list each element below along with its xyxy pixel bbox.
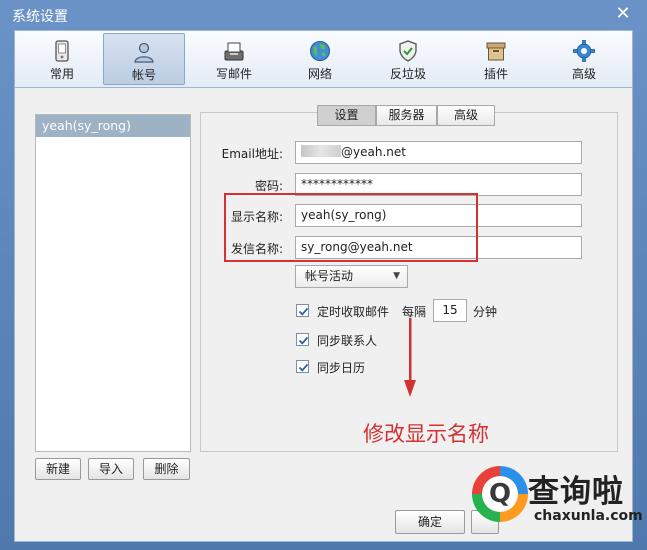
settings-toolbar: 常用 帐号 写邮件 网络 反垃圾 插件 高级 bbox=[14, 30, 633, 88]
sync-calendar-checkbox[interactable] bbox=[296, 360, 309, 373]
auto-fetch-checkbox[interactable] bbox=[296, 304, 309, 317]
toolbar-item-advanced[interactable]: 高级 bbox=[543, 33, 625, 85]
sync-contacts-checkbox[interactable] bbox=[296, 333, 309, 346]
shield-icon bbox=[399, 40, 417, 62]
check-icon bbox=[298, 307, 309, 316]
toolbar-item-general[interactable]: 常用 bbox=[21, 33, 103, 85]
settings-window: 系统设置 ✕ 常用 帐号 写邮件 网络 反垃圾 插件 高级 yeah(sy_ro… bbox=[0, 0, 647, 550]
toolbar-label: 反垃圾 bbox=[389, 67, 426, 81]
gear-icon bbox=[573, 40, 595, 62]
auto-fetch-label: 定时收取邮件 bbox=[317, 305, 390, 319]
toolbar-label: 插件 bbox=[483, 67, 508, 81]
tab-settings[interactable]: 设置 bbox=[317, 105, 376, 126]
phone-icon bbox=[55, 40, 69, 62]
new-account-button[interactable]: 新建 bbox=[35, 458, 81, 480]
annotation-text: 修改显示名称 bbox=[363, 422, 489, 446]
toolbar-label: 网络 bbox=[307, 67, 332, 81]
tab-server[interactable]: 服务器 bbox=[376, 105, 437, 126]
email-suffix: @yeah.net bbox=[341, 145, 406, 159]
account-list-item[interactable]: yeah(sy_rong) bbox=[36, 115, 190, 137]
email-field[interactable]: @yeah.net bbox=[295, 141, 582, 164]
check-icon bbox=[298, 363, 309, 372]
toolbar-label: 写邮件 bbox=[215, 67, 252, 81]
watermark-url: chaxunla.com bbox=[534, 508, 643, 524]
password-label: 密码: bbox=[254, 179, 283, 193]
title-bar: 系统设置 ✕ bbox=[0, 0, 647, 30]
toolbar-item-account[interactable]: 帐号 bbox=[103, 33, 185, 85]
highlight-box bbox=[224, 193, 478, 262]
delete-account-button[interactable]: 删除 bbox=[143, 458, 190, 480]
chevron-down-icon: ▼ bbox=[393, 271, 400, 281]
user-icon bbox=[134, 42, 154, 63]
toolbar-item-compose[interactable]: 写邮件 bbox=[193, 33, 275, 85]
compose-icon bbox=[224, 42, 244, 61]
toolbar-item-network[interactable]: 网络 bbox=[279, 33, 361, 85]
box-icon bbox=[486, 42, 506, 61]
window-title: 系统设置 bbox=[12, 9, 68, 25]
import-account-button[interactable]: 导入 bbox=[88, 458, 134, 480]
logo-icon: Q bbox=[472, 466, 528, 522]
arrow-down-icon bbox=[404, 318, 416, 397]
toolbar-label: 高级 bbox=[571, 67, 596, 81]
tab-advanced[interactable]: 高级 bbox=[437, 105, 495, 126]
close-button[interactable]: ✕ bbox=[613, 4, 633, 24]
account-activity-dropdown[interactable]: 帐号活动 ▼ bbox=[295, 265, 408, 288]
ok-button[interactable]: 确定 bbox=[395, 510, 465, 534]
watermark-logo: Q 查询啦 chaxunla.com bbox=[462, 456, 643, 532]
sync-calendar-label: 同步日历 bbox=[317, 361, 366, 375]
redacted-text bbox=[301, 145, 341, 157]
dropdown-value: 帐号活动 bbox=[305, 269, 354, 283]
toolbar-item-antispam[interactable]: 反垃圾 bbox=[367, 33, 449, 85]
toolbar-label: 常用 bbox=[49, 67, 74, 81]
sync-contacts-label: 同步联系人 bbox=[317, 334, 378, 348]
globe-icon bbox=[310, 41, 330, 61]
email-label: Email地址: bbox=[221, 147, 283, 161]
interval-input[interactable]: 15 bbox=[433, 299, 467, 322]
toolbar-item-plugins[interactable]: 插件 bbox=[455, 33, 537, 85]
check-icon bbox=[298, 336, 309, 345]
minutes-label: 分钟 bbox=[473, 305, 498, 319]
account-list: yeah(sy_rong) bbox=[35, 114, 191, 452]
toolbar-label: 帐号 bbox=[131, 68, 156, 82]
watermark-title: 查询啦 bbox=[528, 474, 624, 510]
